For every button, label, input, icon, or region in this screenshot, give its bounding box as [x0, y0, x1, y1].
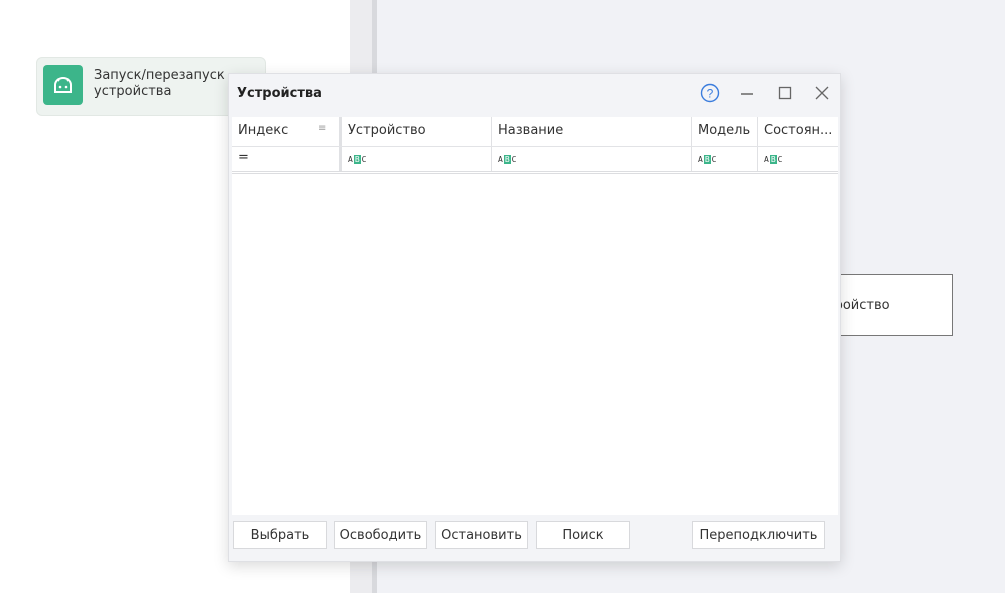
minimize-icon — [741, 93, 753, 95]
column-header-index[interactable]: Индекс ≡ — [232, 117, 340, 146]
column-header-name[interactable]: Название — [492, 117, 692, 146]
close-button[interactable] — [811, 82, 833, 104]
reconnect-button[interactable]: Переподключить — [692, 521, 825, 549]
filter-index[interactable]: = — [232, 147, 340, 171]
maximize-button[interactable] — [774, 82, 796, 104]
filter-state[interactable]: ABC — [758, 147, 838, 171]
close-icon — [815, 86, 829, 100]
filter-row: = ABC ABC ABC ABC — [232, 147, 838, 174]
devices-table: Индекс ≡ Устройство Название Модель Состо… — [232, 117, 838, 515]
help-icon: ? — [700, 83, 720, 103]
column-header-model[interactable]: Модель — [692, 117, 758, 146]
abc-filter-icon: ABC — [698, 155, 717, 164]
filter-device[interactable]: ABC — [340, 147, 492, 171]
column-label: Устройство — [348, 123, 426, 138]
abc-filter-icon: ABC — [498, 155, 517, 164]
stop-button[interactable]: Остановить — [435, 521, 528, 549]
column-label: Состоян... — [764, 123, 833, 138]
equals-operator: = — [238, 150, 249, 165]
table-header: Индекс ≡ Устройство Название Модель Состо… — [232, 117, 838, 147]
sort-icon[interactable]: ≡ — [318, 123, 326, 134]
abc-filter-icon: ABC — [764, 155, 783, 164]
dialog-title: Устройства — [237, 86, 322, 101]
column-label: Название — [498, 123, 564, 138]
select-button[interactable]: Выбрать — [233, 521, 327, 549]
maximize-icon — [778, 86, 792, 100]
filter-model[interactable]: ABC — [692, 147, 758, 171]
svg-text:?: ? — [707, 87, 714, 101]
filter-name[interactable]: ABC — [492, 147, 692, 171]
release-button[interactable]: Освободить — [334, 521, 427, 549]
help-button[interactable]: ? — [699, 82, 721, 104]
devices-dialog: Устройства ? Индекс ≡ Устройство Название… — [228, 73, 841, 562]
column-header-device[interactable]: Устройство — [340, 117, 492, 146]
column-header-state[interactable]: Состоян... — [758, 117, 838, 146]
search-button[interactable]: Поиск — [536, 521, 630, 549]
minimize-button[interactable] — [736, 82, 758, 104]
android-icon — [43, 65, 83, 105]
abc-filter-icon: ABC — [348, 155, 367, 164]
column-label: Модель — [698, 123, 751, 138]
column-label: Индекс — [238, 123, 289, 138]
